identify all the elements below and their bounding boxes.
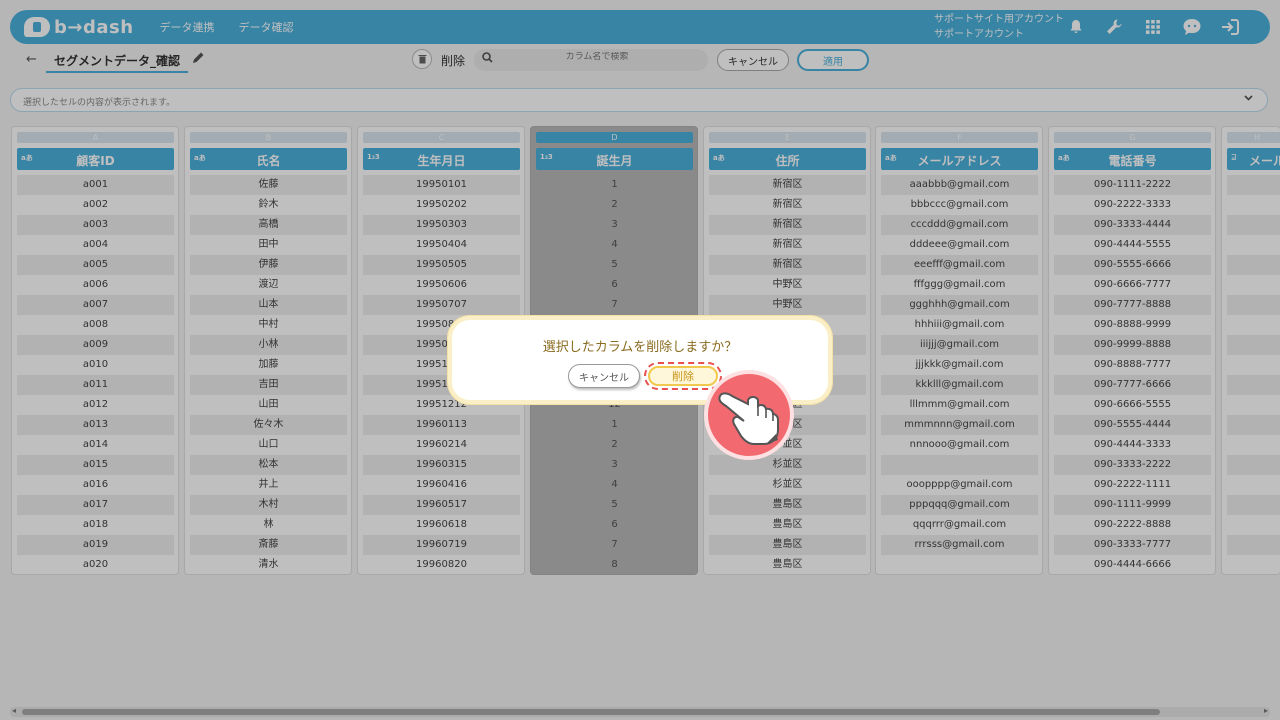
dialog-cancel-button[interactable]: キャンセル	[568, 364, 640, 388]
hand-pointer-icon	[704, 370, 794, 460]
dialog-message: 選択したカラムを削除しますか？	[542, 340, 738, 355]
